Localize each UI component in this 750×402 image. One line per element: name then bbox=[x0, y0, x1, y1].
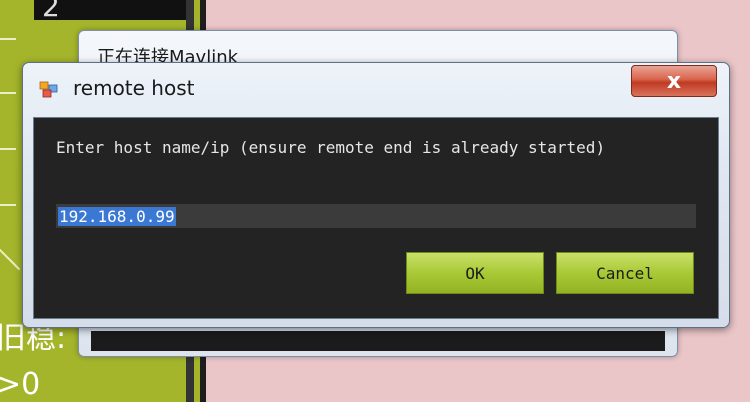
background-app-number: 2 bbox=[42, 0, 60, 23]
gauge-tick bbox=[0, 38, 16, 40]
gauge-tick bbox=[0, 92, 16, 94]
close-icon: x bbox=[666, 68, 682, 94]
ok-button[interactable]: OK bbox=[406, 252, 544, 294]
gauge-tick bbox=[0, 204, 16, 206]
host-prompt-label: Enter host name/ip (ensure remote end is… bbox=[56, 138, 606, 157]
app-window-icon bbox=[39, 81, 58, 98]
close-button[interactable]: x bbox=[631, 65, 717, 97]
dialog-title: remote host bbox=[73, 76, 195, 100]
background-window-content bbox=[91, 331, 665, 351]
host-input-value: 192.168.0.99 bbox=[58, 206, 176, 226]
host-input[interactable]: 192.168.0.99 bbox=[56, 204, 696, 228]
gauge-tick bbox=[0, 148, 16, 150]
ok-button-label: OK bbox=[465, 263, 485, 283]
background-app-value: >0 bbox=[0, 367, 41, 402]
remote-host-dialog: remote host x Enter host name/ip (ensure… bbox=[22, 62, 730, 328]
cancel-button[interactable]: Cancel bbox=[556, 252, 694, 294]
gauge-needle bbox=[0, 247, 21, 271]
cancel-button-label: Cancel bbox=[596, 263, 654, 283]
dialog-content: Enter host name/ip (ensure remote end is… bbox=[33, 117, 719, 319]
